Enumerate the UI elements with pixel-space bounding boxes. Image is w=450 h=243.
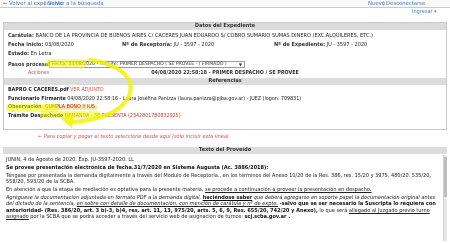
proveido-text: por la SCBA que se podrá acceder a travé…: [30, 214, 243, 221]
despacho-history: 04/08/2020 22:58:18 - PRIMER DESPACHO / …: [151, 71, 299, 76]
texto-proveido-header: Texto del Proveído: [3, 147, 447, 154]
receptoria-label: Nº de Receptoría:: [122, 42, 173, 48]
expediente-number-row: Nº de Expediente: JU - 3597 - 2020: [274, 42, 367, 48]
chevron-down-icon: ▼: [238, 62, 242, 67]
paste-hint-text: ← Para copiar y pegar el texto seleccion…: [38, 134, 229, 140]
proveido-provee-line: Se provee presentación electrónica de fe…: [6, 165, 444, 171]
firmante-row: Funcionario Firmante 04/08/2020 22:58:16…: [8, 97, 301, 102]
highlight-mark: [40, 111, 100, 118]
proveido-text: (Res. 386/20, art. 3 b)-3, b)4, res. art…: [44, 207, 318, 214]
proveido-paragraph: Téngase por presentada la demanda digita…: [6, 173, 431, 186]
referencias-header: Referencias: [4, 78, 446, 85]
highlight-mark: [46, 59, 86, 68]
caratula-row: Carátula: BANCO DE LA PROVINCIA DE BUENO…: [8, 33, 373, 39]
adjunto-filename: BAPRO C CACERES.pdf: [8, 88, 69, 93]
separator: |: [383, 1, 385, 7]
acciones-link[interactable]: Acciones: [28, 71, 49, 76]
proveido-scrollbar[interactable]: [443, 155, 447, 241]
logout-link[interactable]: Desconectarse: [386, 1, 425, 7]
expediente-header: Datos del Expediente: [4, 23, 446, 30]
proveido-text: se procede a continuación a proveer la p…: [204, 187, 372, 193]
proveido-text: en sobre con detalle de documentación, c…: [76, 201, 278, 208]
fecha-inicio-label: Fecha inicio:: [8, 42, 44, 48]
proveido-text: En atención a que la etapa de mediación …: [6, 187, 204, 193]
proveido-provee-strong: Se provee presentación electrónica de fe…: [6, 165, 269, 171]
proveido-date-line: JUNIN, 4 de Agosto de 2020. Exp. JU-3597…: [6, 157, 134, 163]
ver-adjunto-link[interactable]: VER ADJUNTO: [70, 88, 103, 93]
fecha-inicio-value: 03/08/2020: [44, 42, 74, 48]
estado-value: En Letra: [30, 51, 52, 57]
caratula-value: BANCO DE LA PROVINCIA DE BUENOS AIRES C/…: [35, 33, 373, 39]
receptoria-value: JU - 3597 - 2020: [173, 42, 215, 48]
top-navigation-bar: ← Volver al expediente | Volver a la bús…: [0, 0, 450, 8]
firmante-label: Funcionario Firmante: [8, 97, 66, 102]
separator: |: [44, 1, 46, 7]
proveido-text: lo que será: [319, 207, 348, 214]
adjunto-row: BAPRO C CACERES.pdf VER ADJUNTO: [8, 88, 104, 93]
proveido-paragraph: Agréguese la documentación adjuntada en …: [6, 195, 444, 221]
back-to-search-link[interactable]: Volver a la búsqueda: [48, 1, 104, 7]
receptoria-row: Nº de Receptoría: JU - 3597 - 2020: [122, 42, 214, 48]
estado-row: Estado: En Letra: [8, 51, 52, 57]
turnos-link[interactable]: scj.scba.gov.ar .: [245, 214, 291, 220]
expediente-number-value: JU - 3597 - 2020: [326, 42, 368, 48]
proveido-paragraph: En atención a que la etapa de mediación …: [6, 187, 444, 193]
fecha-inicio-row: Fecha inicio: 03/08/2020: [8, 42, 74, 48]
expediente-number-label: Nº de Expediente:: [274, 42, 326, 48]
enter-menu[interactable]: Ingresar ▾: [412, 9, 437, 15]
estado-label: Estado:: [8, 51, 30, 57]
firmante-value: 04/08/2020 22:58:16 - Laura Joséfina Pan…: [67, 97, 302, 102]
caratula-label: Carátula:: [8, 33, 34, 39]
scroll-thumb[interactable]: [444, 157, 447, 197]
